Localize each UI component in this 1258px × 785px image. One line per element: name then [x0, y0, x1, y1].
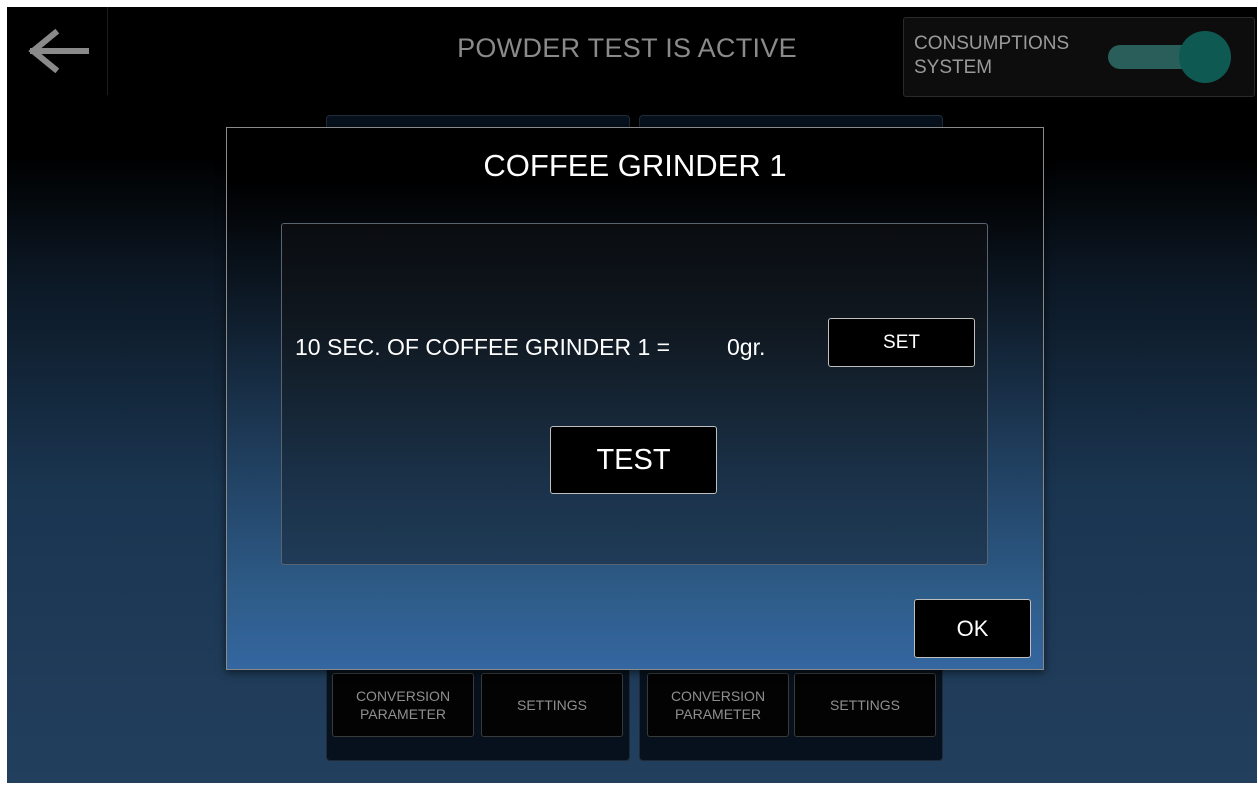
conversion-parameter-button-2[interactable]: CONVERSION PARAMETER [647, 673, 789, 737]
consumptions-system-panel: CONSUMPTIONS SYSTEM [903, 17, 1255, 97]
measurement-label: 10 SEC. OF COFFEE GRINDER 1 = [295, 334, 671, 360]
coffee-grinder-dialog: COFFEE GRINDER 1 10 SEC. OF COFFEE GRIND… [226, 127, 1044, 670]
conversion-parameter-button-1[interactable]: CONVERSION PARAMETER [332, 673, 474, 737]
set-button[interactable]: SET [828, 318, 975, 367]
page-title: POWDER TEST IS ACTIVE [457, 33, 797, 63]
ok-button[interactable]: OK [914, 599, 1031, 658]
settings-button-2[interactable]: SETTINGS [794, 673, 936, 737]
measurement-value: 0gr. [727, 334, 766, 360]
consumptions-system-toggle[interactable] [1104, 31, 1231, 83]
consumptions-system-label: CONSUMPTIONS SYSTEM [914, 33, 1070, 78]
settings-button-1[interactable]: SETTINGS [481, 673, 623, 737]
arrow-left-icon [28, 29, 89, 73]
dialog-title: COFFEE GRINDER 1 [483, 148, 787, 183]
powder-test-panel: 10 SEC. OF COFFEE GRINDER 1 = 0gr. SET T… [281, 223, 988, 565]
toggle-knob [1179, 31, 1231, 83]
app-screen: POWDER TEST IS ACTIVE CONSUMPTIONS SYSTE… [7, 7, 1257, 783]
test-button[interactable]: TEST [550, 426, 717, 494]
back-button[interactable] [7, 7, 108, 95]
